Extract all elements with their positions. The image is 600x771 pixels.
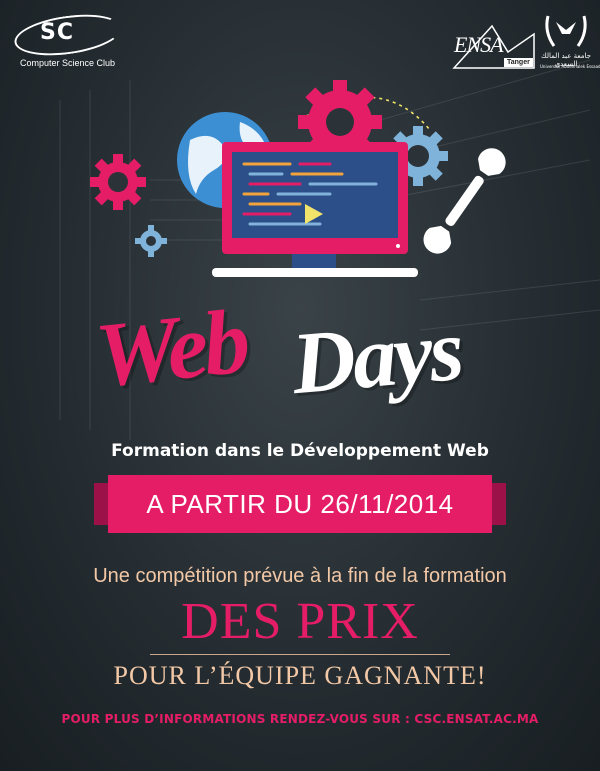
date-banner-text: A PARTIR DU 26/11/2014 bbox=[146, 489, 454, 519]
poster: SC Computer Science Club ENSA Tanger جام… bbox=[0, 0, 600, 771]
competition-text: Une compétition prévue à la fin de la fo… bbox=[93, 565, 507, 587]
date-banner: A PARTIR DU 26/11/2014 bbox=[94, 475, 506, 533]
gear-icon-small-pink bbox=[90, 154, 146, 210]
subtitle: Formation dans le Développement Web bbox=[111, 441, 489, 461]
title-web: Web bbox=[91, 289, 251, 407]
gear-icon-tiny-blue bbox=[135, 225, 167, 257]
csc-logo-mark: SC bbox=[40, 20, 74, 45]
ensa-logo-mark: ENSA bbox=[454, 32, 504, 57]
monitor-icon bbox=[212, 142, 418, 277]
university-emblem-icon bbox=[545, 15, 587, 47]
prizes-heading: DES PRIX bbox=[181, 593, 419, 650]
winning-team-text: POUR L’ÉQUIPE GAGNANTE! bbox=[113, 661, 487, 690]
title-days: Days bbox=[288, 301, 465, 414]
divider bbox=[150, 654, 450, 655]
web-illustration bbox=[90, 80, 506, 277]
web-days-title: Web Days bbox=[0, 289, 600, 435]
info-link-text: POUR PLUS D’INFORMATIONS RENDEZ-VOUS SUR… bbox=[61, 712, 539, 726]
